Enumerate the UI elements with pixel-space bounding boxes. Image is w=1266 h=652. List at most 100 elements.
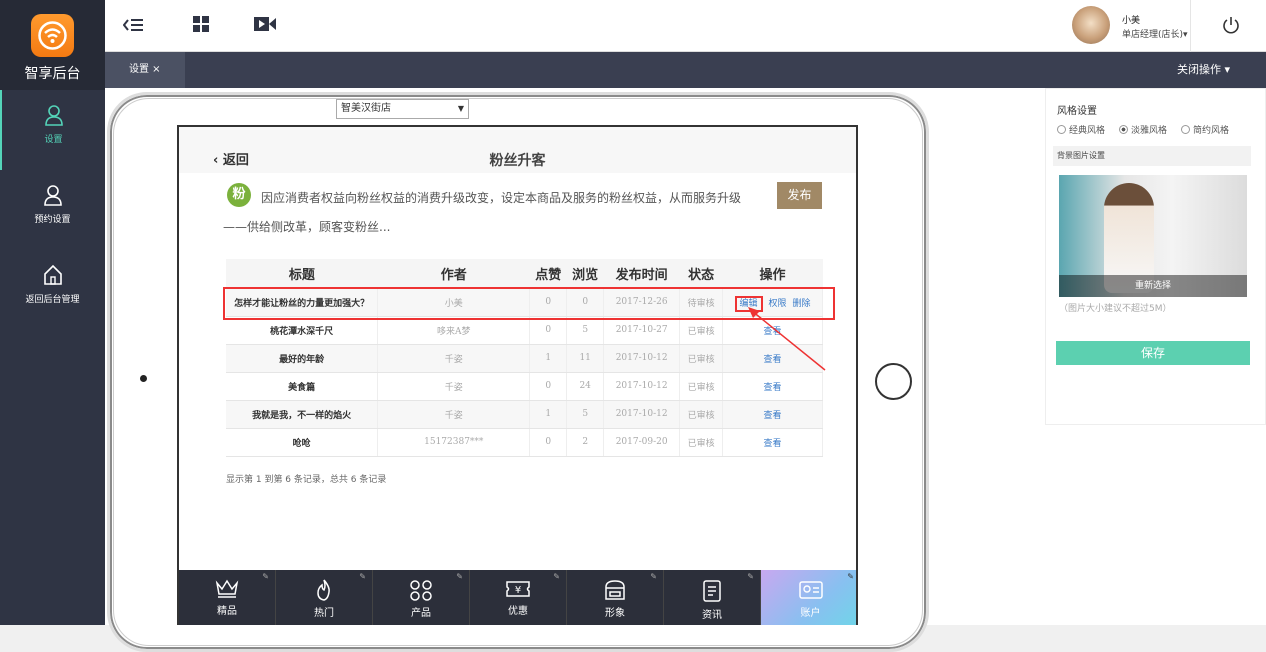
sidebar-item-back-admin[interactable]: 返回后台管理	[0, 250, 105, 330]
save-button[interactable]: 保存	[1056, 341, 1250, 365]
table-row: 我就是我，不一样的焰火 千姿 1 5 2017-10-12 已审核 查看	[226, 400, 823, 429]
edit-pen-icon[interactable]: ✎	[553, 572, 560, 581]
video-icon[interactable]	[254, 16, 276, 32]
cell-views: 5	[566, 316, 605, 345]
coupon-icon: ¥	[506, 581, 530, 597]
view-link[interactable]: 查看	[764, 439, 782, 449]
edit-pen-icon[interactable]: ✎	[262, 572, 269, 581]
tab-bar: 设置 × 关闭操作 ▾	[105, 52, 1266, 88]
cell-date: 2017-10-12	[603, 372, 681, 401]
view-link[interactable]: 查看	[764, 411, 782, 421]
publish-button[interactable]: 发布	[777, 182, 822, 209]
nav-item-news[interactable]: ✎ 资讯	[664, 570, 761, 625]
edit-pen-icon[interactable]: ✎	[359, 572, 366, 581]
cell-views: 5	[566, 400, 605, 429]
cell-title: 最好的年龄	[226, 344, 379, 373]
cell-title: 我就是我，不一样的焰火	[226, 400, 379, 429]
wifi-logo-icon	[31, 14, 74, 57]
svg-text:¥: ¥	[515, 585, 521, 596]
user-name[interactable]: 小美	[1122, 13, 1140, 26]
news-icon	[703, 580, 721, 602]
tablet-camera	[140, 375, 147, 382]
cell-views: 11	[566, 344, 605, 373]
radio-label: 简约风格	[1193, 126, 1230, 136]
nav-item-featured[interactable]: ✎ 精品	[179, 570, 276, 625]
sidebar-item-settings[interactable]: 设置	[0, 90, 105, 170]
cell-status: 已审核	[679, 372, 724, 401]
cell-author: 千姿	[377, 344, 531, 373]
cell-status: 已审核	[679, 344, 724, 373]
cell-likes: 1	[529, 344, 568, 373]
intro-text: 因应消费者权益向粉丝权益的消费升级改变，设定本商品及服务的粉丝权益，从而服务升级…	[223, 191, 742, 234]
cell-author: 15172387***	[377, 428, 531, 457]
style-settings-panel: 风格设置 经典风格 淡雅风格 简约风格 背景图片设置 重新选择 （图片大小建议不…	[1045, 88, 1266, 425]
view-link[interactable]: 查看	[764, 383, 782, 393]
nav-label: 账户	[800, 608, 821, 619]
cell-status: 已审核	[679, 400, 724, 429]
cell-author: 千姿	[377, 400, 531, 429]
record-count: 显示第 1 到第 6 条记录，总共 6 条记录	[226, 475, 387, 485]
home-icon	[43, 264, 62, 285]
edit-pen-icon[interactable]: ✎	[747, 572, 754, 581]
caret-down-icon: ▼	[457, 104, 464, 113]
power-icon[interactable]	[1222, 16, 1240, 34]
store-select[interactable]: 智美汉街店 ▼	[336, 99, 469, 119]
grid-icon[interactable]	[193, 16, 209, 32]
table-row: 最好的年龄 千姿 1 11 2017-10-12 已审核 查看	[226, 344, 823, 373]
background-image-preview[interactable]: 重新选择	[1059, 175, 1247, 297]
tab-settings[interactable]: 设置 ×	[105, 52, 185, 88]
reselect-button[interactable]: 重新选择	[1059, 275, 1247, 297]
cell-ops: 查看	[722, 400, 823, 429]
nav-label: 优惠	[508, 606, 528, 617]
radio-simple[interactable]: 简约风格	[1181, 123, 1229, 136]
id-card-icon	[798, 581, 823, 599]
close-operations-dropdown[interactable]: 关闭操作 ▾	[1177, 52, 1230, 88]
cell-title: 桃花潭水深千尺	[226, 316, 379, 345]
column-header: 作者	[377, 259, 530, 289]
cell-views: 2	[566, 428, 605, 457]
cell-title: 呛呛	[226, 428, 379, 457]
collapse-menu-icon[interactable]	[123, 16, 143, 34]
avatar[interactable]	[1072, 6, 1110, 44]
radio-icon	[1181, 125, 1190, 134]
cell-ops: 查看	[722, 372, 823, 401]
cell-author: 哆来A梦	[377, 316, 531, 345]
nav-item-account[interactable]: ✎ 账户	[761, 570, 856, 625]
cell-ops: 查看	[722, 428, 823, 457]
divider	[1190, 0, 1191, 52]
cell-date: 2017-10-27	[603, 316, 681, 345]
nav-item-products[interactable]: ✎ 产品	[373, 570, 470, 625]
nav-label: 资讯	[702, 610, 722, 621]
sidebar-item-booking[interactable]: 预约设置	[0, 170, 105, 250]
nav-item-image[interactable]: ✎ 形象	[567, 570, 664, 625]
logo-text: 智享后台	[24, 66, 81, 82]
cell-date: 2017-09-20	[603, 428, 681, 457]
table-row: 桃花潭水深千尺 哆来A梦 0 5 2017-10-27 已审核 查看	[226, 316, 823, 345]
nav-label: 精品	[217, 606, 237, 617]
nav-item-discount[interactable]: ✎ ¥ 优惠	[470, 570, 567, 625]
column-header: 操作	[722, 259, 823, 289]
edit-pen-icon[interactable]: ✎	[650, 572, 657, 581]
page-title: 粉丝升客	[489, 153, 546, 169]
edit-pen-icon[interactable]: ✎	[456, 572, 463, 581]
tablet-home-button	[875, 363, 912, 400]
column-header: 浏览	[566, 259, 604, 289]
column-header: 发布时间	[603, 259, 680, 289]
radio-classic[interactable]: 经典风格	[1057, 123, 1105, 136]
logo: 智享后台	[0, 0, 105, 90]
nav-label: 形象	[605, 608, 625, 619]
cell-status: 已审核	[679, 428, 724, 457]
radio-label: 经典风格	[1069, 126, 1106, 136]
cell-author: 千姿	[377, 372, 531, 401]
radio-icon	[1057, 125, 1066, 134]
nav-item-hot[interactable]: ✎ 热门	[276, 570, 373, 625]
radio-checked-icon	[1119, 125, 1128, 134]
radio-elegant[interactable]: 淡雅风格	[1119, 123, 1167, 136]
cell-date: 2017-10-12	[603, 400, 681, 429]
edit-pen-icon[interactable]: ✎	[847, 572, 854, 581]
cell-views: 24	[566, 372, 605, 401]
user-role-dropdown[interactable]: 单店经理(店长)▾	[1122, 27, 1188, 40]
sidebar-item-label: 设置	[44, 135, 63, 145]
fan-badge: 粉	[227, 183, 251, 207]
user-icon	[43, 185, 62, 206]
